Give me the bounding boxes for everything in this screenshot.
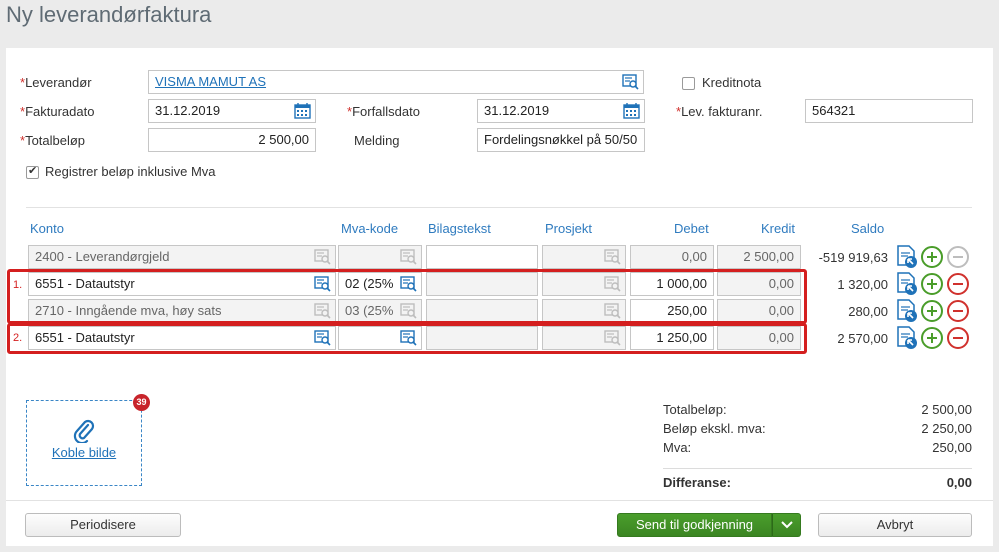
page-title: Ny leverandørfaktura [6, 2, 212, 27]
lookup-icon [314, 249, 331, 265]
saldo-value: -519 919,63 [818, 250, 888, 265]
forfallsdato-field[interactable]: 31.12.2019 [477, 99, 645, 123]
col-kredit[interactable]: Kredit [761, 221, 795, 236]
melding-label: Melding [354, 133, 400, 148]
lookup-icon [400, 249, 417, 265]
document-link-icon[interactable] [896, 245, 918, 269]
row-actions [896, 299, 976, 323]
debet-field[interactable]: 0,00 [630, 245, 714, 269]
leverandor-field[interactable]: VISMA MAMUT AS [148, 70, 644, 94]
avbryt-button[interactable]: Avbryt [818, 513, 972, 537]
col-prosjekt[interactable]: Prosjekt [545, 221, 592, 236]
remove-row-icon[interactable] [947, 327, 969, 349]
sum-eks-mva-label: Beløp ekskl. mva: [663, 421, 766, 436]
paperclip-icon [73, 419, 95, 443]
remove-row-icon[interactable] [947, 300, 969, 322]
totalbelop-label: *Totalbeløp [20, 133, 86, 148]
totalbelop-field[interactable]: 2 500,00 [148, 128, 316, 152]
footer-divider [6, 500, 993, 501]
sum-differanse-value: 0,00 [946, 475, 972, 490]
col-bilagstekst[interactable]: Bilagstekst [428, 221, 491, 236]
fakturadato-label: *Fakturadato [20, 104, 95, 119]
col-mva-kode[interactable]: Mva-kode [341, 221, 398, 236]
highlight-number-1: 1. [13, 279, 23, 291]
sum-eks-mva-value: 2 250,00 [921, 421, 972, 436]
summary-divider [663, 468, 972, 469]
row-actions [896, 272, 976, 296]
highlight-number-2: 2. [13, 332, 23, 344]
fakturadato-field[interactable]: 31.12.2019 [148, 99, 316, 123]
attachment-count-badge: 39 [133, 394, 150, 411]
add-row-icon[interactable] [921, 246, 943, 268]
inkl-mva-checkbox[interactable] [26, 164, 39, 179]
koble-bilde-link[interactable]: Koble bilde [27, 445, 141, 460]
document-link-icon[interactable] [896, 326, 918, 350]
add-row-icon[interactable] [921, 300, 943, 322]
calendar-icon[interactable] [623, 103, 640, 119]
kreditnota-checkbox[interactable] [682, 77, 695, 90]
mva-field[interactable] [338, 245, 422, 269]
sum-totalbelop-value: 2 500,00 [921, 402, 972, 417]
col-saldo[interactable]: Saldo [851, 221, 884, 236]
attachment-dropzone[interactable]: Koble bilde [26, 400, 142, 486]
saldo-value: 1 320,00 [837, 277, 888, 292]
lookup-icon[interactable] [622, 74, 639, 90]
sum-differanse-label: Differanse: [663, 475, 731, 490]
document-link-icon[interactable] [896, 272, 918, 296]
kredit-field[interactable]: 2 500,00 [717, 245, 801, 269]
highlight-box-2 [7, 323, 807, 354]
send-til-godkjenning-button[interactable]: Send til godkjenning [617, 513, 772, 537]
invoice-panel: *Leverandør VISMA MAMUT AS Kreditnota *F… [6, 48, 993, 546]
chevron-down-icon [780, 521, 793, 529]
bilagstekst-field[interactable] [426, 245, 538, 269]
document-link-icon[interactable] [896, 299, 918, 323]
prosjekt-field[interactable] [542, 245, 626, 269]
add-row-icon[interactable] [921, 273, 943, 295]
lev-fakturanr-field[interactable]: 564321 [805, 99, 973, 123]
forfallsdato-label: *Forfallsdato [347, 104, 420, 119]
highlight-box-1 [7, 269, 807, 324]
leverandor-label: *Leverandør [20, 75, 92, 90]
lev-fakturanr-label: *Lev. fakturanr. [676, 104, 763, 119]
sum-mva-value: 250,00 [932, 440, 972, 455]
divider [26, 207, 972, 208]
periodisere-button[interactable]: Periodisere [25, 513, 181, 537]
add-row-icon[interactable] [921, 327, 943, 349]
inkl-mva-label: Registrer beløp inklusive Mva [45, 164, 216, 179]
sum-totalbelop-label: Totalbeløp: [663, 402, 727, 417]
send-options-dropdown[interactable] [772, 513, 801, 537]
saldo-value: 2 570,00 [837, 331, 888, 346]
col-konto[interactable]: Konto [30, 221, 64, 236]
row-actions [896, 245, 976, 269]
melding-field[interactable]: Fordelingsnøkkel på 50/50 [477, 128, 645, 152]
sum-mva-label: Mva: [663, 440, 692, 455]
row-actions [896, 326, 976, 350]
calendar-icon[interactable] [294, 103, 311, 119]
kreditnota-label: Kreditnota [702, 75, 762, 90]
col-debet[interactable]: Debet [674, 221, 709, 236]
saldo-value: 280,00 [848, 304, 888, 319]
remove-row-icon [947, 246, 969, 268]
remove-row-icon[interactable] [947, 273, 969, 295]
lookup-icon [604, 249, 621, 265]
konto-field[interactable]: 2400 - Leverandørgjeld [28, 245, 336, 269]
